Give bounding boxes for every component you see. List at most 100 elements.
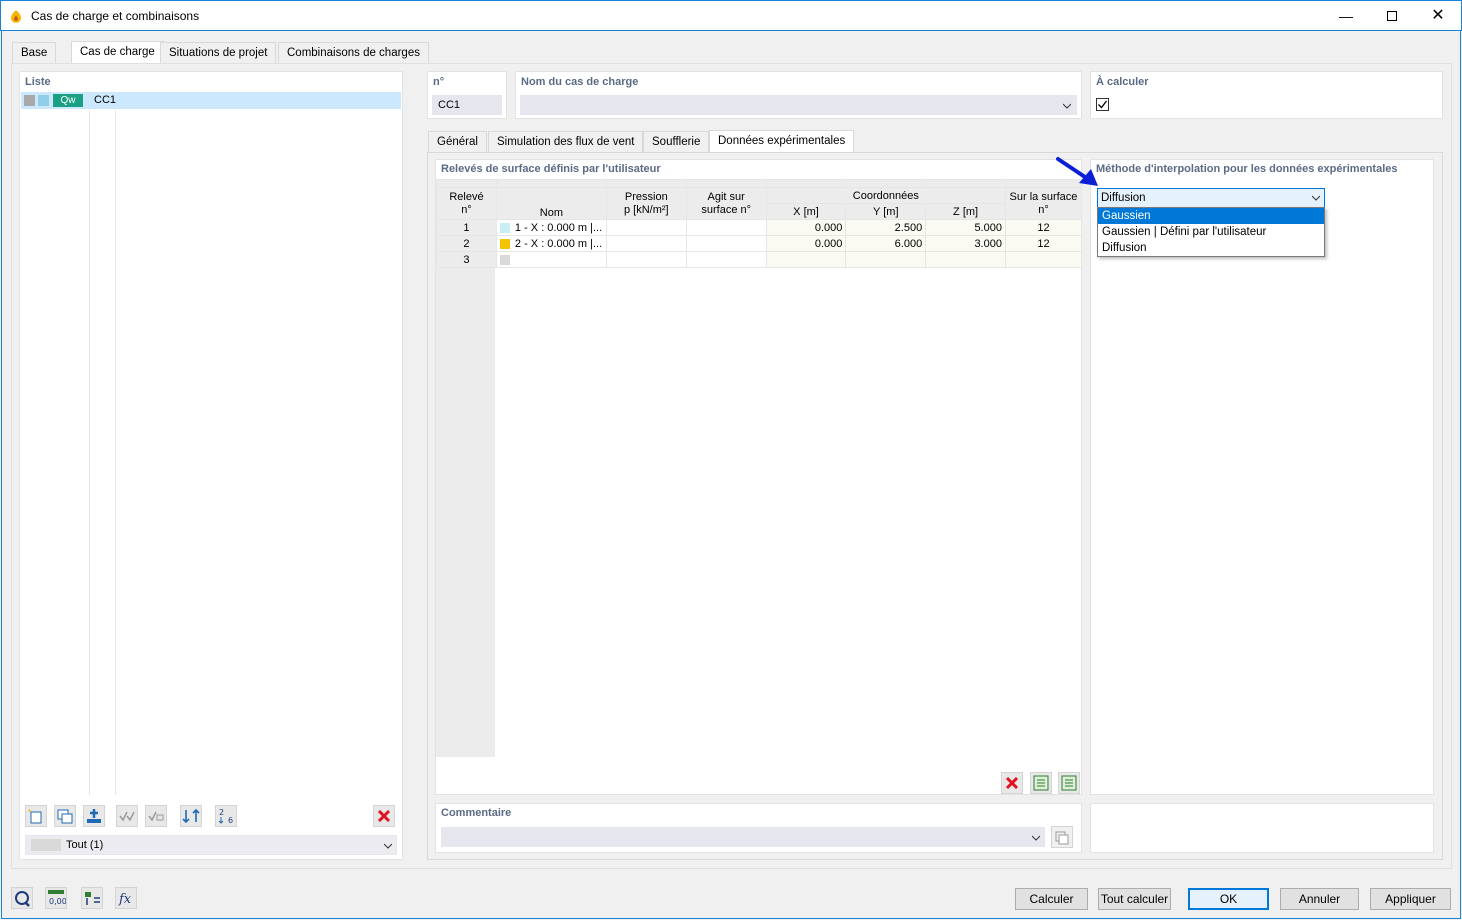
list-item-name: CC1: [94, 94, 117, 106]
cell-x[interactable]: 0.000: [765, 219, 847, 236]
filter-select[interactable]: Tout (1): [25, 835, 397, 855]
table-row[interactable]: 1 1 - X : 0.000 m |... 0.000 2.500 5.000…: [436, 219, 1083, 236]
add-icon[interactable]: [83, 805, 105, 827]
dropdown-option-gaussien-defini[interactable]: Gaussien | Défini par l'utilisateur: [1098, 224, 1324, 240]
svg-text:6: 6: [228, 816, 233, 825]
interp-dropdown-list: Gaussien Gaussien | Défini par l'utilisa…: [1097, 207, 1325, 257]
cell-z[interactable]: 3.000: [925, 235, 1006, 252]
cell-y[interactable]: [845, 251, 927, 268]
uncheck-all-icon[interactable]: [145, 805, 167, 827]
header-z: Z [m]: [925, 203, 1006, 220]
import-icon[interactable]: [1030, 772, 1052, 794]
appliquer-button[interactable]: Appliquer: [1370, 888, 1451, 910]
color-swatch: [24, 95, 35, 106]
color-swatch: [38, 95, 49, 106]
cell-agit[interactable]: [685, 251, 767, 268]
dropdown-option-diffusion[interactable]: Diffusion: [1098, 240, 1324, 256]
minimize-button[interactable]: —: [1323, 1, 1369, 31]
window-title: Cas de charge et combinaisons: [31, 9, 200, 23]
cell-agit[interactable]: [685, 235, 767, 252]
cell-agit[interactable]: [685, 219, 767, 236]
cell-y[interactable]: 6.000: [845, 235, 927, 252]
row-number: 3: [436, 251, 497, 268]
svg-text:fx: fx: [118, 892, 132, 907]
calc-checkbox[interactable]: [1096, 98, 1109, 111]
name-label: Nom du cas de charge: [521, 76, 639, 88]
interp-select[interactable]: Diffusion: [1097, 188, 1325, 208]
sort-icon[interactable]: 26: [215, 805, 237, 827]
calculer-button[interactable]: Calculer: [1015, 888, 1088, 910]
comment-copy-icon[interactable]: [1051, 826, 1073, 848]
load-type-badge: Qw: [53, 94, 83, 107]
chevron-down-icon: [1063, 103, 1071, 109]
calc-panel: À calculer: [1090, 71, 1443, 119]
copy-icon[interactable]: [54, 805, 76, 827]
cell-surface[interactable]: [1004, 251, 1083, 268]
tab-simulation[interactable]: Simulation des flux de vent: [488, 131, 644, 153]
table-panel: Relevés de surface définis par l'utilisa…: [435, 159, 1083, 795]
cell-surface[interactable]: 12: [1004, 235, 1083, 252]
list-item[interactable]: Qw CC1: [21, 92, 401, 109]
cell-z[interactable]: [925, 251, 1006, 268]
help-icon[interactable]: [11, 887, 33, 909]
color-swatch: [499, 238, 510, 249]
cell-surface[interactable]: 12: [1004, 219, 1083, 236]
units-icon[interactable]: 0,00: [45, 887, 67, 909]
check-all-icon[interactable]: [116, 805, 138, 827]
table-row[interactable]: 2 2 - X : 0.000 m |... 0.000 6.000 3.000…: [436, 235, 1083, 252]
svg-text:2: 2: [219, 808, 224, 817]
cell-pression[interactable]: [605, 219, 687, 236]
tab-donnees-experimentales[interactable]: Données expérimentales: [709, 130, 855, 153]
renumber-icon[interactable]: [180, 805, 202, 827]
close-button[interactable]: ✕: [1415, 1, 1461, 31]
cell-x[interactable]: 0.000: [765, 235, 847, 252]
cell-nom[interactable]: 2 - X : 0.000 m |...: [495, 235, 607, 252]
cell-z[interactable]: 5.000: [925, 219, 1006, 236]
tab-cas-de-charge[interactable]: Cas de charge: [71, 41, 164, 64]
delete-icon[interactable]: [373, 805, 395, 827]
header-surface: Sur la surface n°: [1004, 187, 1083, 220]
header-coordonnees: Coordonnées: [765, 187, 1006, 204]
tab-general[interactable]: Général: [428, 131, 487, 153]
new-item-icon[interactable]: [25, 805, 47, 827]
filter-swatch: [31, 839, 61, 851]
annuler-button[interactable]: Annuler: [1280, 888, 1359, 910]
tab-situations[interactable]: Situations de projet: [160, 42, 277, 64]
cell-nom[interactable]: [495, 251, 607, 268]
cell-pression[interactable]: [605, 235, 687, 252]
checkmark-icon: [1098, 100, 1108, 109]
display-icon[interactable]: [81, 887, 103, 909]
name-select[interactable]: [520, 95, 1077, 115]
svg-text:0,00: 0,00: [49, 897, 66, 906]
chevron-down-icon: [1032, 835, 1040, 841]
comment-label: Commentaire: [441, 807, 512, 819]
header-nom: Nom: [495, 187, 607, 220]
cell-y[interactable]: 2.500: [845, 219, 927, 236]
cell-nom[interactable]: 1 - X : 0.000 m |...: [495, 219, 607, 236]
list-panel: Liste Qw CC1 26 Tout (1): [19, 71, 403, 860]
no-field[interactable]: CC1: [432, 95, 502, 115]
header-agit: Agit sur surface n°: [685, 187, 767, 220]
tab-base[interactable]: Base: [12, 42, 57, 64]
ok-button[interactable]: OK: [1188, 888, 1269, 910]
tab-soufflerie[interactable]: Soufflerie: [643, 131, 710, 153]
table-row[interactable]: 3: [436, 251, 1083, 268]
color-swatch: [499, 222, 510, 233]
dropdown-option-gaussien[interactable]: Gaussien: [1098, 208, 1324, 224]
maximize-button[interactable]: [1369, 1, 1415, 31]
cell-pression[interactable]: [605, 251, 687, 268]
column-divider: [89, 110, 90, 795]
comment-panel: Commentaire: [435, 803, 1082, 853]
export-icon[interactable]: [1058, 772, 1080, 794]
cell-x[interactable]: [765, 251, 847, 268]
column-divider: [115, 110, 116, 795]
no-label: n°: [433, 76, 445, 88]
tab-combinaisons[interactable]: Combinaisons de charges: [278, 42, 429, 64]
header-releve: Relevé n°: [436, 187, 497, 220]
formula-icon[interactable]: fx: [115, 887, 137, 909]
tout-calculer-button[interactable]: Tout calculer: [1098, 888, 1171, 910]
chevron-down-icon: [384, 843, 392, 849]
delete-row-icon[interactable]: [1001, 772, 1023, 794]
list-label: Liste: [25, 76, 51, 88]
comment-select[interactable]: [441, 827, 1045, 847]
